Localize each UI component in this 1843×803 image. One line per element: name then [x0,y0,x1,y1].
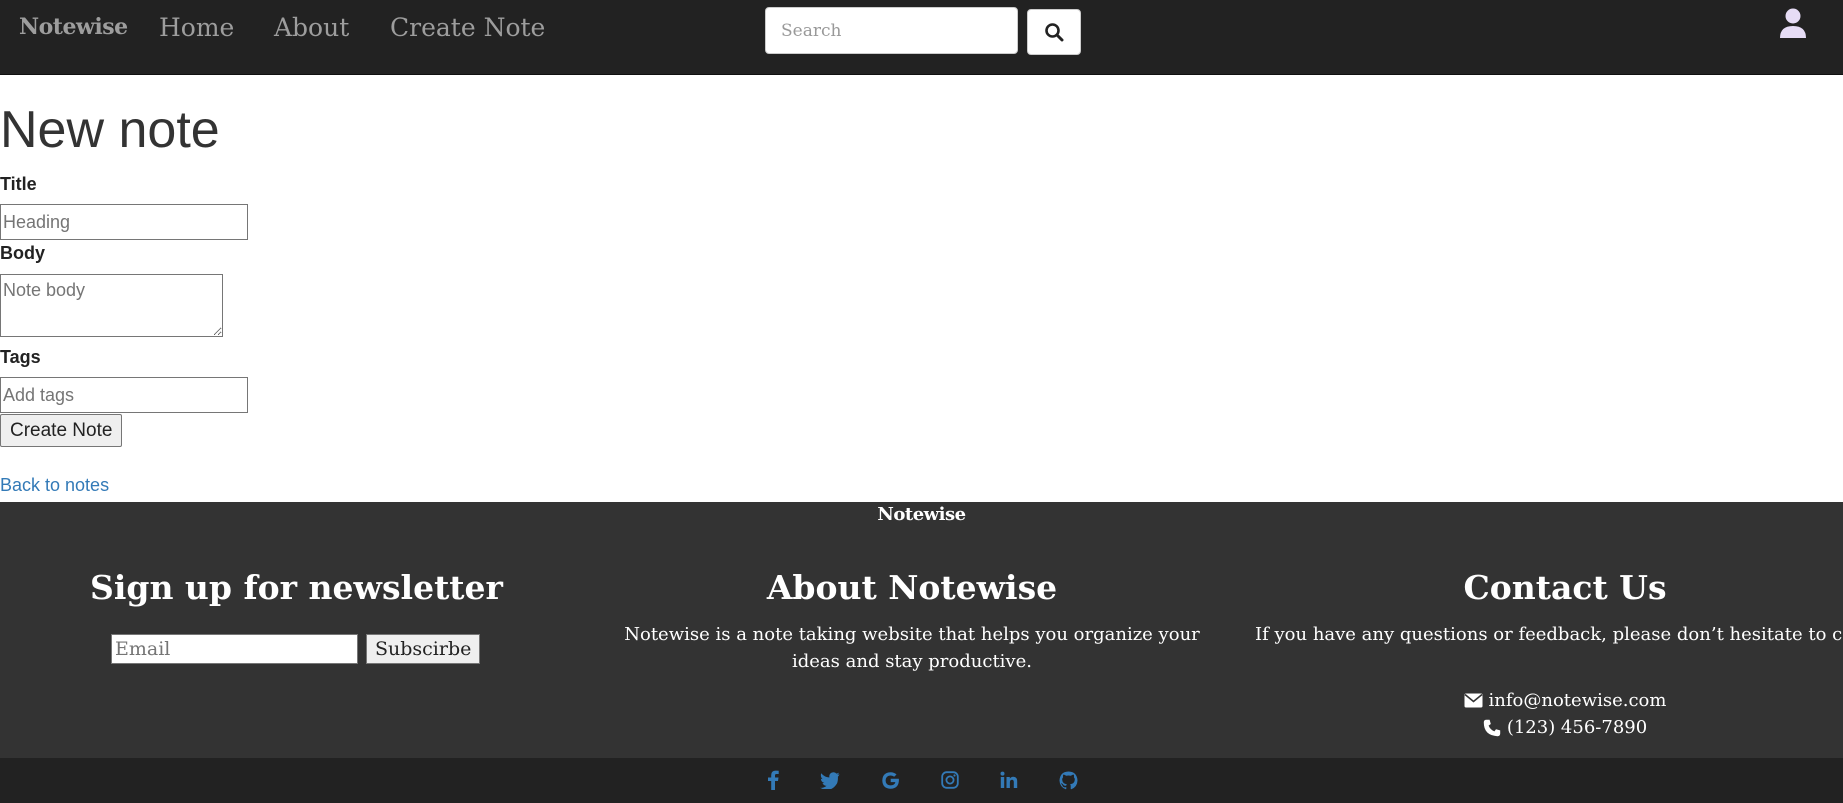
search-icon [1045,23,1064,42]
instagram-icon[interactable] [940,770,960,790]
title-label: Title [0,174,37,194]
contact-phone[interactable]: (123) 456-7890 [1255,717,1843,738]
contact-heading: Contact Us [1463,568,1667,607]
search-button[interactable] [1027,9,1081,55]
tags-label: Tags [0,347,41,367]
facebook-icon[interactable] [763,770,783,790]
contact-email-text: info@notewise.com [1488,690,1667,711]
github-icon[interactable] [1058,770,1078,790]
twitter-icon[interactable] [820,770,840,790]
newsletter-email-input[interactable] [111,634,358,664]
brand-logo[interactable]: Notewise [19,14,128,40]
user-icon[interactable] [1779,8,1807,40]
envelope-icon [1464,693,1483,708]
subscribe-button[interactable]: Subscirbe [366,634,481,664]
create-note-button[interactable]: Create Note [0,414,123,447]
tags-input[interactable] [0,377,248,413]
nav-about[interactable]: About [274,13,349,42]
search-input[interactable] [765,7,1018,54]
nav-home[interactable]: Home [159,13,234,42]
body-textarea[interactable] [0,274,223,337]
google-icon[interactable] [880,770,900,790]
nav-create-note[interactable]: Create Note [390,13,545,42]
footer-brand: Notewise [877,504,966,525]
title-input[interactable] [0,204,248,240]
page-title: New note [0,101,220,159]
back-to-notes-link[interactable]: Back to notes [0,475,109,496]
contact-email[interactable]: info@notewise.com [1255,690,1843,711]
about-text: Notewise is a note taking website that h… [624,624,1200,672]
body-label: Body [0,243,45,263]
phone-icon [1483,719,1501,736]
contact-text: If you have any questions or feedback, p… [1255,624,1843,645]
newsletter-heading: Sign up for newsletter [90,568,503,607]
about-heading: About Notewise [766,568,1058,607]
contact-phone-text: (123) 456-7890 [1506,717,1648,738]
linkedin-icon[interactable] [999,770,1019,790]
social-bar [0,758,1843,803]
